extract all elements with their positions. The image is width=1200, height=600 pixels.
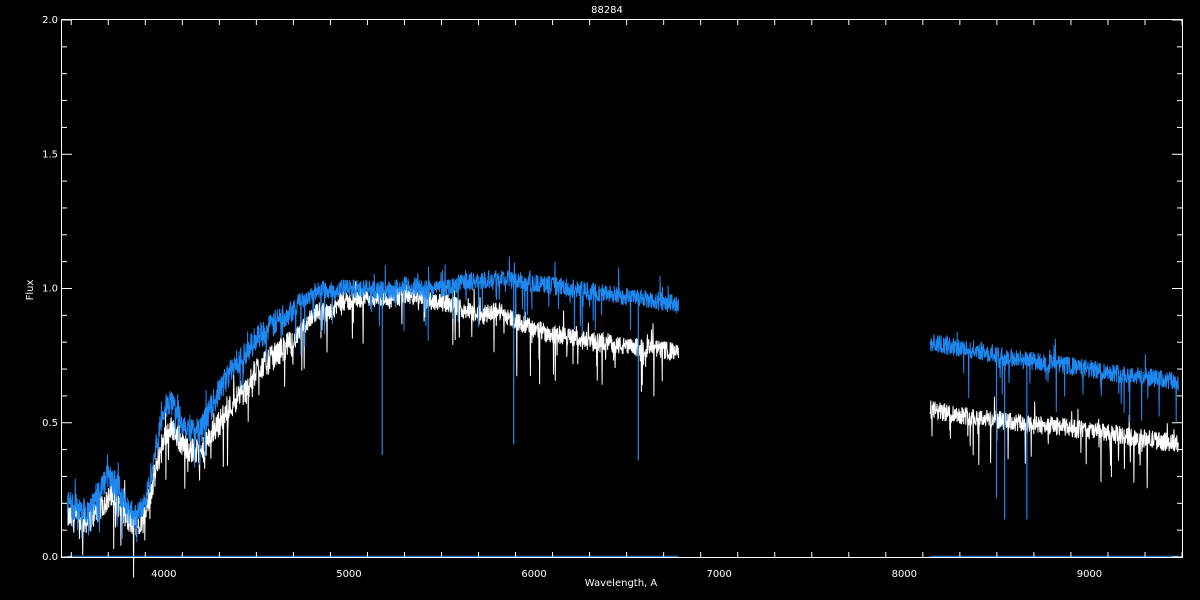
x-tick-label: 5000: [336, 569, 361, 580]
plot-area: [67, 256, 1179, 578]
y-tick-label: 0.5: [42, 418, 58, 429]
spectrum-chart: 88284 4000 5000 6000 7000 8000 9000 0.0 0.5 1.0 1…: [25, 5, 1183, 589]
x-axis-label: Wavelength, A: [585, 578, 658, 589]
y-axis-label: Flux: [25, 280, 36, 301]
y-tick-label: 1.0: [42, 284, 58, 295]
y-tick-label: 0.0: [42, 552, 58, 563]
plot-frame: [61, 19, 1183, 558]
x-tick-label: 9000: [1077, 569, 1102, 580]
chart-title: 88284: [591, 5, 623, 16]
x-tick-label: 6000: [521, 569, 546, 580]
x-tick-label: 8000: [892, 569, 917, 580]
x-tick-label: 4000: [151, 569, 176, 580]
y-tick-label: 2.0: [42, 15, 58, 26]
y-tick-label: 1.5: [42, 149, 58, 160]
x-tick-label: 7000: [706, 569, 731, 580]
